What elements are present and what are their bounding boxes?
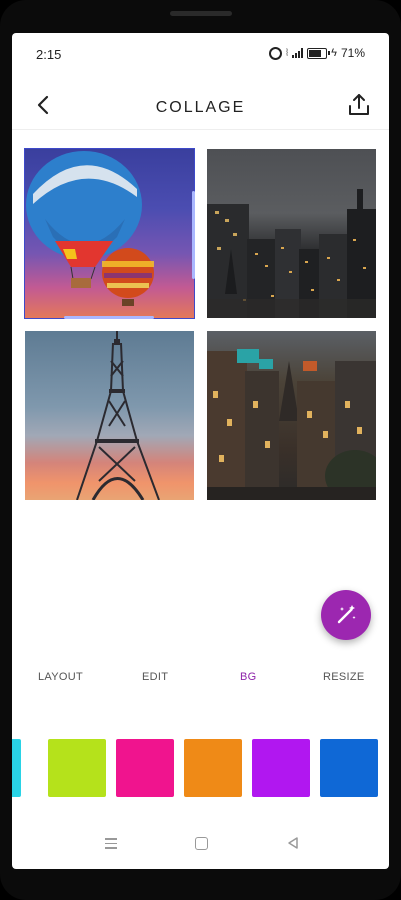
battery-level: 71%: [340, 46, 365, 60]
resize-handle-horizontal[interactable]: [64, 316, 154, 319]
phone-frame: 2:15 ⦚ ϟ 71% COLLAGE LAYOUT EDIT BG RESI…: [0, 0, 401, 900]
app-screen: 2:15 ⦚ ϟ 71% COLLAGE LAYOUT EDIT BG RESI…: [12, 33, 389, 869]
status-bar: 2:15 ⦚ ϟ 71%: [12, 33, 389, 75]
resize-handle-vertical[interactable]: [192, 191, 195, 279]
editor-tabs: LAYOUT EDIT BG RESIZE: [12, 671, 389, 691]
share-button[interactable]: [345, 91, 373, 119]
vibrate-icon: ⦚: [286, 47, 289, 59]
triangle-back-icon: [288, 837, 298, 849]
page-title: COLLAGE: [155, 99, 246, 116]
skyline-illustration: [207, 189, 376, 318]
recents-button[interactable]: [105, 838, 117, 852]
color-swatch[interactable]: [116, 739, 174, 797]
alarm-icon: [269, 46, 283, 60]
status-time: 2:15: [36, 47, 62, 62]
signal-icon: [292, 48, 304, 58]
collage-photo-eiffel-tower[interactable]: [25, 331, 194, 500]
color-swatch[interactable]: [184, 739, 242, 797]
eiffel-tower-illustration: [76, 331, 160, 500]
tab-bg[interactable]: BG: [240, 671, 257, 683]
collage-photo-old-town[interactable]: [207, 331, 376, 500]
collage-photo-skyline[interactable]: [207, 149, 376, 318]
balloon-illustration: [26, 151, 154, 306]
status-icons: ⦚ ϟ 71%: [269, 46, 365, 60]
home-button[interactable]: [195, 837, 208, 850]
system-back-button[interactable]: [286, 836, 300, 850]
charging-icon: ϟ: [331, 47, 337, 59]
collage-photo-balloons[interactable]: [24, 148, 195, 319]
color-swatch[interactable]: [320, 739, 378, 797]
battery-icon: [307, 47, 331, 59]
magic-wand-icon: [337, 605, 356, 624]
app-header: COLLAGE: [12, 83, 389, 130]
color-swatch[interactable]: [48, 739, 106, 797]
color-swatch[interactable]: [12, 739, 21, 797]
share-icon: [349, 94, 369, 115]
old-town-illustration: [207, 349, 376, 500]
magic-wand-button[interactable]: [321, 590, 371, 640]
tab-layout[interactable]: LAYOUT: [38, 671, 83, 683]
color-swatch[interactable]: [252, 739, 310, 797]
tab-resize[interactable]: RESIZE: [323, 671, 365, 683]
system-nav-bar: [12, 829, 389, 859]
speaker-grill: [170, 11, 232, 16]
tab-edit[interactable]: EDIT: [142, 671, 168, 683]
